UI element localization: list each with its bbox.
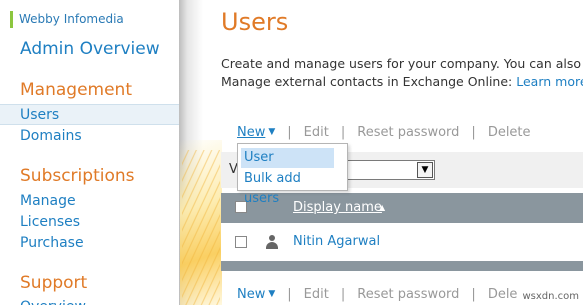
sidebar-item-purchase[interactable]: Purchase	[20, 233, 84, 253]
new-button-bottom[interactable]: New	[237, 287, 265, 302]
new-dropdown-arrow-icon[interactable]: ▼	[268, 127, 275, 137]
section-title-subscriptions: Subscriptions	[20, 166, 135, 186]
delete-button[interactable]: Delete	[488, 125, 531, 140]
sort-ascending-icon: ▲	[379, 203, 386, 212]
page-title: Users	[221, 8, 289, 36]
user-display-name-link[interactable]: Nitin Agarwal	[293, 234, 380, 249]
org-header: Webby Infomedia	[10, 10, 124, 28]
admin-overview-link[interactable]: Admin Overview	[20, 39, 160, 59]
watermark: wsxdn.com	[522, 291, 579, 302]
person-icon	[265, 235, 279, 249]
sidebar-item-domains[interactable]: Domains	[20, 126, 82, 146]
section-title-support: Support	[20, 273, 88, 293]
edit-button-bottom[interactable]: Edit	[304, 287, 329, 302]
menu-item-user[interactable]: User	[241, 148, 334, 168]
sidebar-item-users[interactable]: Users	[20, 105, 59, 125]
table-row[interactable]: Nitin Agarwal	[221, 223, 583, 261]
sidebar: Webby Infomedia Admin Overview Managemen…	[0, 0, 180, 305]
learn-more-link[interactable]: Learn more	[516, 74, 583, 89]
toolbar-separator: |	[287, 286, 292, 302]
toolbar-separator: |	[287, 124, 292, 140]
reset-password-button-bottom[interactable]: Reset password	[357, 287, 459, 302]
users-toolbar: New ▼ | Edit | Reset password | Delete	[237, 123, 531, 141]
description-line-2: Manage external contacts in Exchange Onl…	[221, 74, 583, 89]
new-button[interactable]: New	[237, 125, 265, 140]
sidebar-item-overview[interactable]: Overview	[20, 297, 86, 305]
section-title-management: Management	[20, 80, 132, 100]
reset-password-button[interactable]: Reset password	[357, 125, 459, 140]
decorative-art-lines	[182, 150, 220, 305]
menu-item-bulk-add-users[interactable]: Bulk add users	[241, 169, 334, 206]
grid-footer	[221, 261, 583, 271]
toolbar-separator: |	[471, 124, 476, 140]
select-arrow-icon[interactable]: ▼	[417, 162, 433, 178]
row-checkbox[interactable]	[235, 236, 247, 248]
new-dropdown-menu: User Bulk add users	[237, 143, 348, 206]
delete-button-bottom[interactable]: Dele	[488, 287, 518, 302]
org-name: Webby Infomedia	[19, 12, 124, 26]
description-line-1: Create and manage users for your company…	[221, 56, 582, 71]
toolbar-separator: |	[471, 286, 476, 302]
edit-button[interactable]: Edit	[304, 125, 329, 140]
toolbar-separator: |	[340, 124, 346, 140]
view-select[interactable]: ▼	[333, 160, 435, 180]
toolbar-separator: |	[340, 286, 346, 302]
sidebar-item-licenses[interactable]: Licenses	[20, 212, 80, 232]
users-toolbar-bottom: New ▼ | Edit | Reset password | Dele	[237, 285, 517, 303]
sidebar-item-manage[interactable]: Manage	[20, 191, 76, 211]
org-accent-bar	[10, 10, 13, 28]
column-header-display-name[interactable]: Display name	[293, 200, 382, 215]
description-line-2-text: Manage external contacts in Exchange Onl…	[221, 74, 517, 89]
new-dropdown-arrow-icon[interactable]: ▼	[268, 289, 275, 299]
